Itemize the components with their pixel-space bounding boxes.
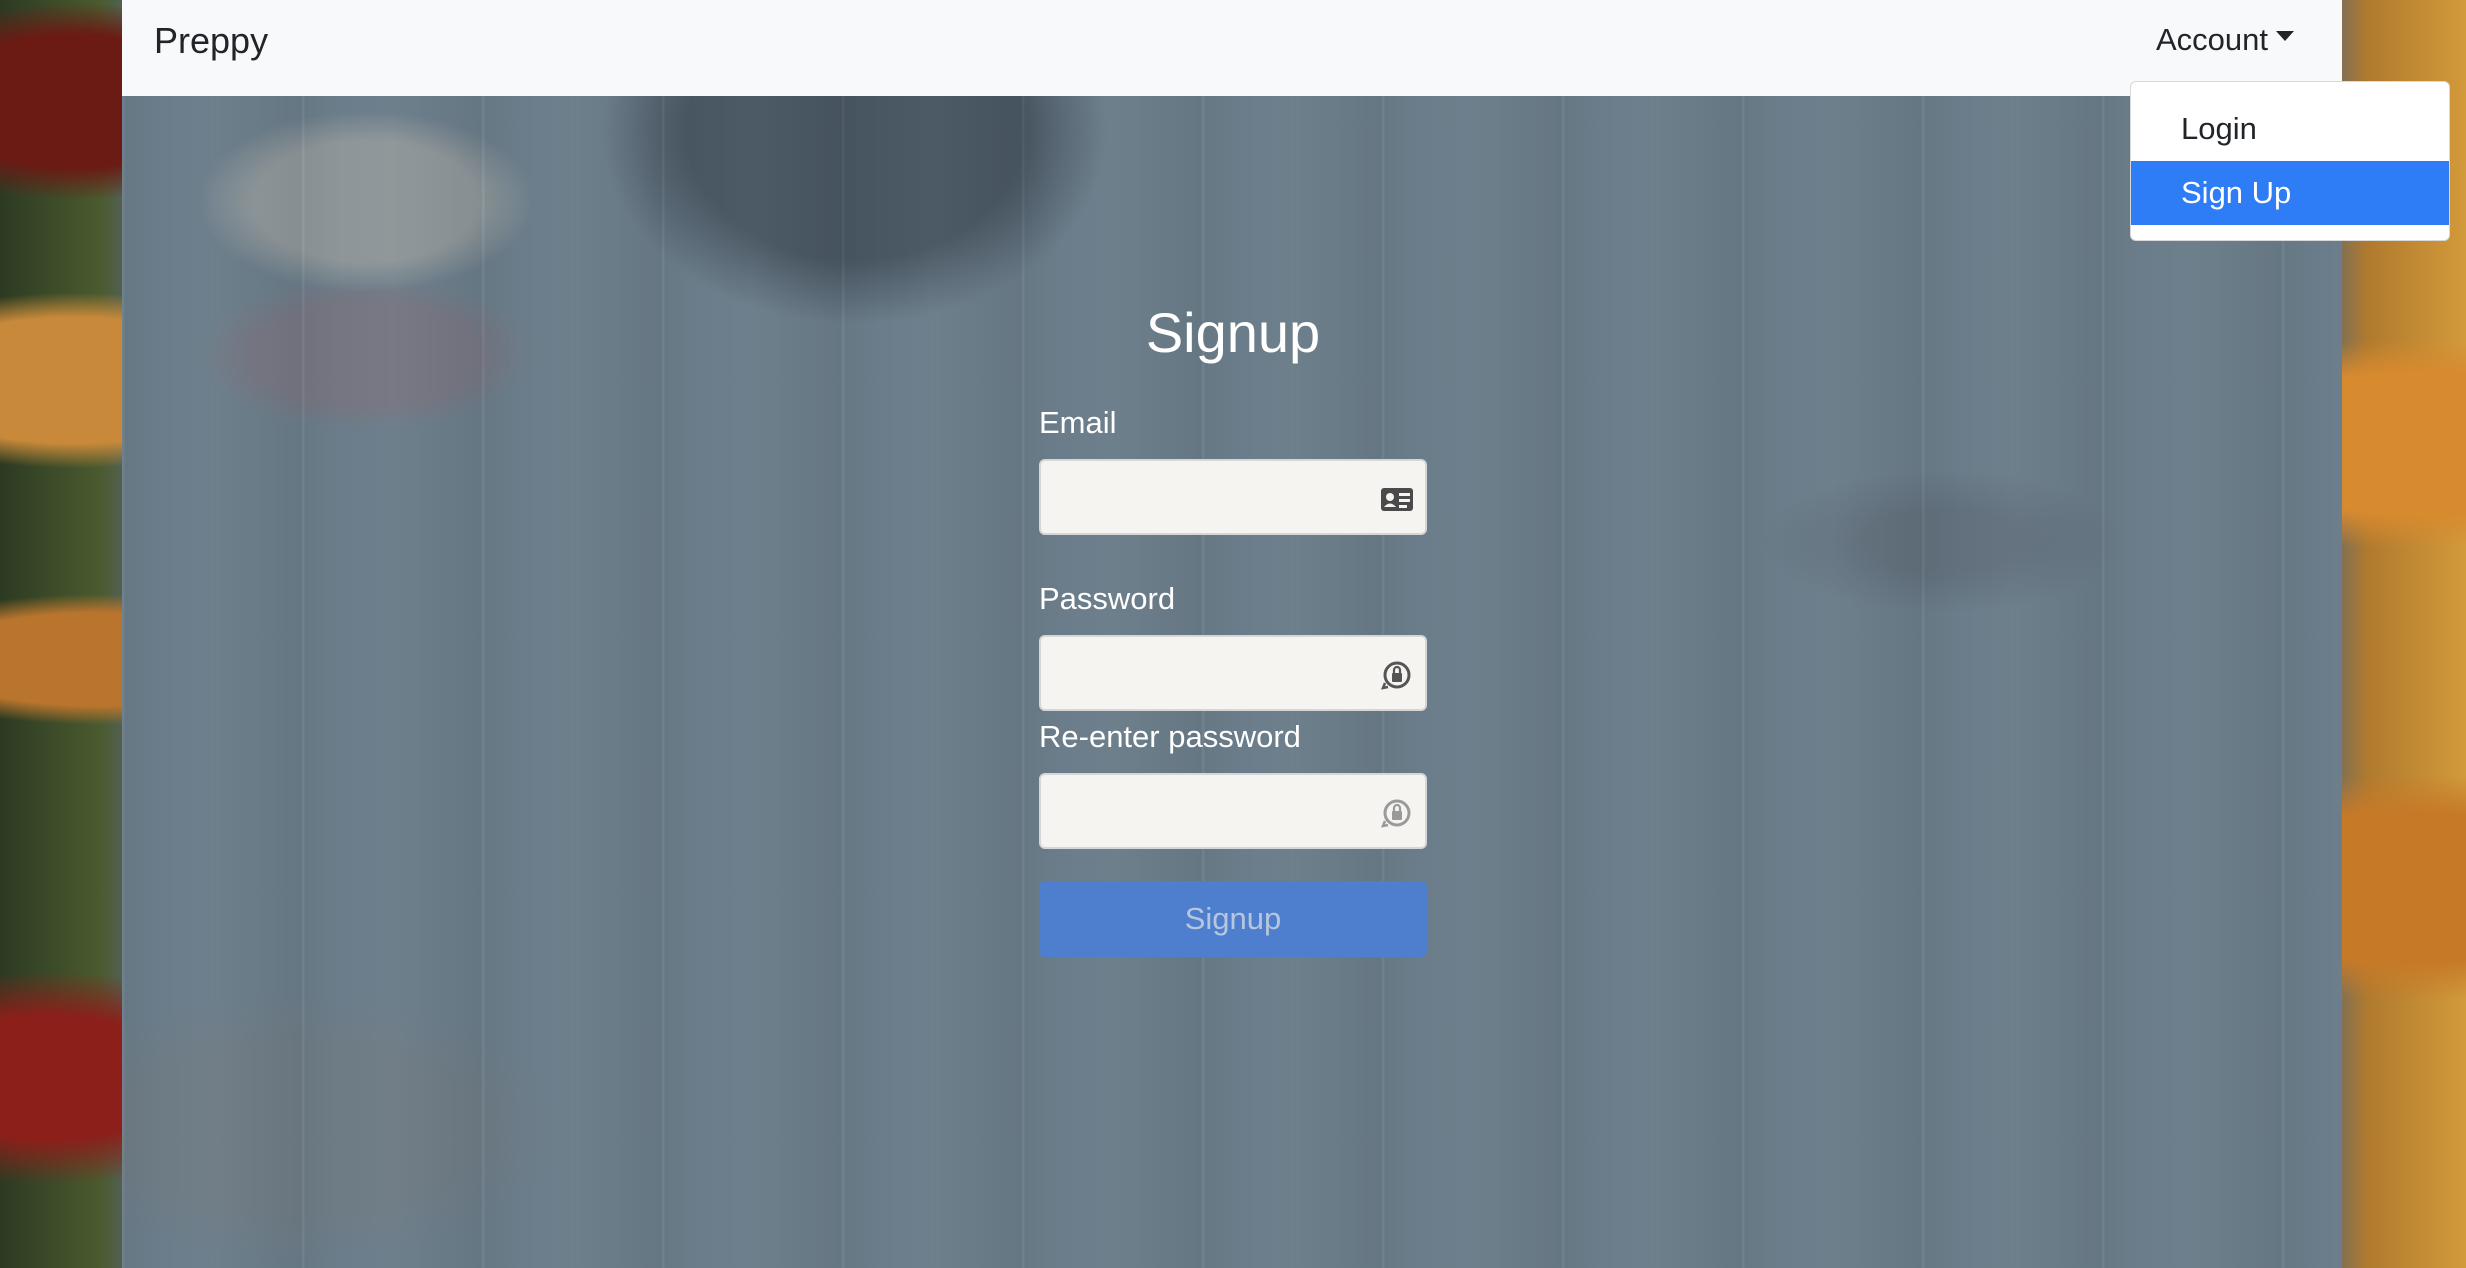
brand-link[interactable]: Preppy [154, 20, 268, 62]
signup-form: Signup Email Password Re-enter password [1039, 300, 1427, 957]
lock-rotate-icon[interactable] [1379, 657, 1415, 693]
top-navbar: Preppy Account [122, 0, 2342, 96]
id-card-icon[interactable] [1379, 481, 1415, 517]
page-title: Signup [1145, 301, 1321, 364]
reenter-password-field-wrapper [1039, 773, 1427, 849]
lock-rotate-icon[interactable] [1379, 795, 1415, 831]
menu-item-sign-up[interactable]: Sign Up [2131, 161, 2449, 225]
account-dropdown-menu: Login Sign Up [2130, 81, 2450, 241]
password-field[interactable] [1041, 637, 1425, 709]
reenter-password-label: Re-enter password [1039, 719, 1301, 754]
account-label: Account [2155, 22, 2268, 57]
email-label: Email [1039, 405, 1117, 440]
password-field-wrapper [1039, 635, 1427, 711]
email-field[interactable] [1041, 461, 1425, 533]
email-field-wrapper [1039, 459, 1427, 535]
reenter-password-field[interactable] [1041, 775, 1425, 847]
caret-down-icon [2276, 31, 2294, 41]
menu-item-login[interactable]: Login [2131, 97, 2449, 161]
password-label: Password [1039, 581, 1176, 616]
signup-button[interactable]: Signup [1039, 881, 1427, 957]
account-dropdown-toggle[interactable]: Account [2156, 22, 2294, 58]
